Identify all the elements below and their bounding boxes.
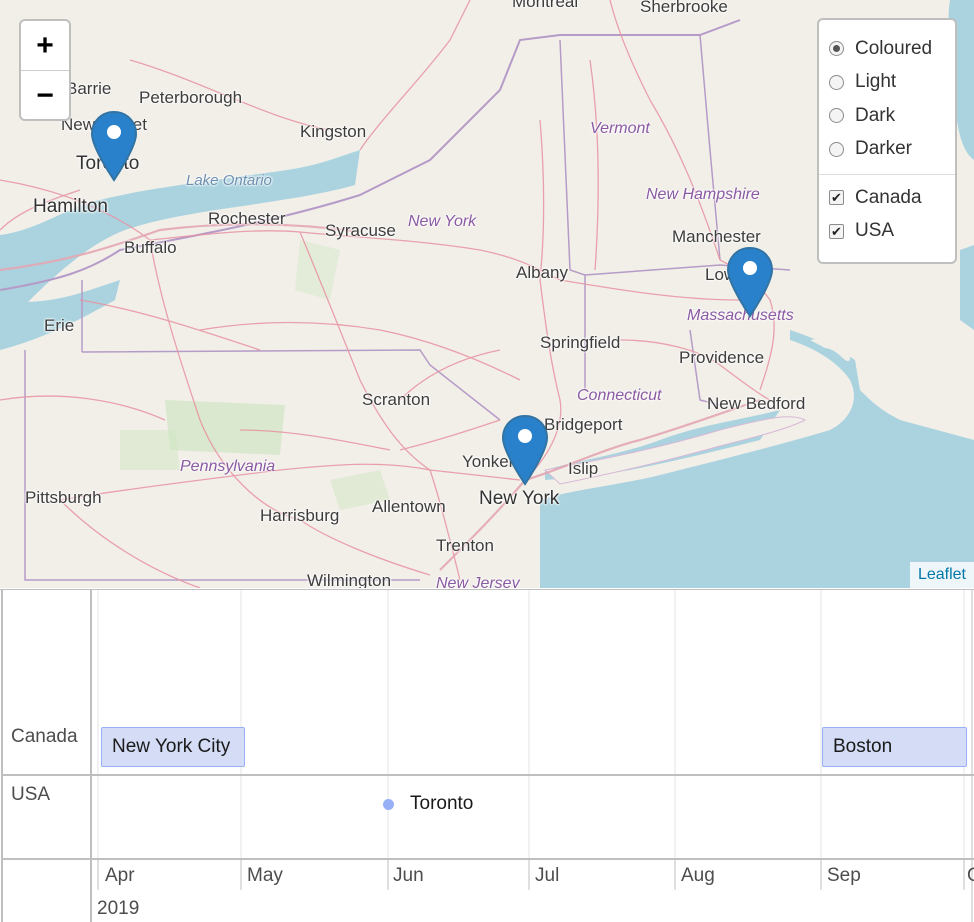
zoom-in-button[interactable]: + xyxy=(21,21,69,71)
axis-month-label: May xyxy=(247,865,283,886)
place-label: Providence xyxy=(679,348,765,367)
checkbox-checked-icon[interactable]: ✔ xyxy=(829,223,844,239)
region-label: New Jersey xyxy=(436,575,520,588)
radio-icon[interactable] xyxy=(829,141,844,157)
place-label: Harrisburg xyxy=(260,506,340,525)
region-label: Lake Ontario xyxy=(186,172,272,189)
layer-label: Darker xyxy=(855,138,913,160)
place-label: Montreal xyxy=(512,0,579,11)
layers-control: Coloured Light Dark Darker ✔ Canada ✔ US… xyxy=(817,18,957,264)
place-label: Springfield xyxy=(540,333,621,352)
place-label: Allentown xyxy=(372,497,446,516)
axis-month-label: O xyxy=(967,865,974,887)
marker-icon[interactable] xyxy=(89,110,139,182)
place-label: Pittsburgh xyxy=(25,488,102,507)
layer-label: Dark xyxy=(855,104,896,126)
axis-month-label: Apr xyxy=(105,865,135,886)
map[interactable]: Montreal Sherbrooke Barrie Peterborough … xyxy=(0,0,974,588)
axis-year-label: 2019 xyxy=(97,898,140,919)
axis-month-label: Aug xyxy=(681,865,715,886)
place-label: Islip xyxy=(568,459,599,478)
place-label: Albany xyxy=(516,263,568,282)
place-label: Kingston xyxy=(300,122,367,141)
layer-label: Canada xyxy=(855,186,922,208)
place-label: Trenton xyxy=(436,536,494,555)
layer-label: Coloured xyxy=(855,37,933,59)
base-layer-light[interactable]: Light xyxy=(829,66,945,100)
layers-separator xyxy=(819,174,955,175)
place-label: Manchester xyxy=(672,227,761,246)
place-label: Peterborough xyxy=(139,88,243,107)
attribution-link[interactable]: Leaflet xyxy=(909,562,974,588)
overlay-canada[interactable]: ✔ Canada xyxy=(829,181,945,215)
place-label: Wilmington xyxy=(307,571,392,588)
marker-icon[interactable] xyxy=(500,414,550,486)
checkbox-checked-icon[interactable]: ✔ xyxy=(829,190,844,206)
zoom-control: + − xyxy=(19,19,71,121)
region-label: Vermont xyxy=(590,120,650,137)
region-label: New Hampshire xyxy=(646,186,760,203)
radio-icon[interactable] xyxy=(829,74,844,90)
layer-label: USA xyxy=(855,220,895,242)
place-label: Bridgeport xyxy=(544,415,623,434)
region-label: Pennsylvania xyxy=(180,458,276,475)
radio-selected-icon[interactable] xyxy=(829,41,844,57)
place-label: New Bedford xyxy=(707,394,806,413)
place-label: Erie xyxy=(44,316,75,335)
group-label-canada: Canada xyxy=(11,726,78,747)
axis-month-label: Jul xyxy=(535,865,560,886)
place-label: New York xyxy=(479,488,560,509)
place-label: Rochester xyxy=(208,209,286,228)
base-layer-dark[interactable]: Dark xyxy=(829,99,945,133)
marker-icon[interactable] xyxy=(725,246,775,318)
place-label: Hamilton xyxy=(33,196,108,217)
region-label: New York xyxy=(408,213,477,230)
zoom-out-button[interactable]: − xyxy=(21,71,69,120)
timeline-item-boston[interactable]: Boston xyxy=(822,727,967,767)
axis-month-label: Sep xyxy=(827,865,861,886)
place-label: Syracuse xyxy=(325,221,396,240)
timeline-item-new-york-city[interactable]: New York City xyxy=(101,727,245,767)
region-label: Connecticut xyxy=(577,387,662,404)
place-label: Scranton xyxy=(362,390,431,409)
place-label: Buffalo xyxy=(124,238,177,257)
timeline[interactable]: Canada USA New York City Boston Toronto … xyxy=(0,589,974,922)
overlay-usa[interactable]: ✔ USA xyxy=(829,215,945,249)
timeline-item-toronto[interactable]: Toronto xyxy=(410,793,473,815)
place-label: Sherbrooke xyxy=(640,0,728,16)
layer-label: Light xyxy=(855,71,897,93)
base-layer-coloured[interactable]: Coloured xyxy=(829,32,945,66)
base-layer-darker[interactable]: Darker xyxy=(829,133,945,167)
radio-icon[interactable] xyxy=(829,108,844,124)
place-label: Barrie xyxy=(66,79,112,98)
axis-month-label: Jun xyxy=(393,865,424,886)
timeline-point-dot xyxy=(383,799,394,810)
group-label-usa: USA xyxy=(11,784,51,805)
